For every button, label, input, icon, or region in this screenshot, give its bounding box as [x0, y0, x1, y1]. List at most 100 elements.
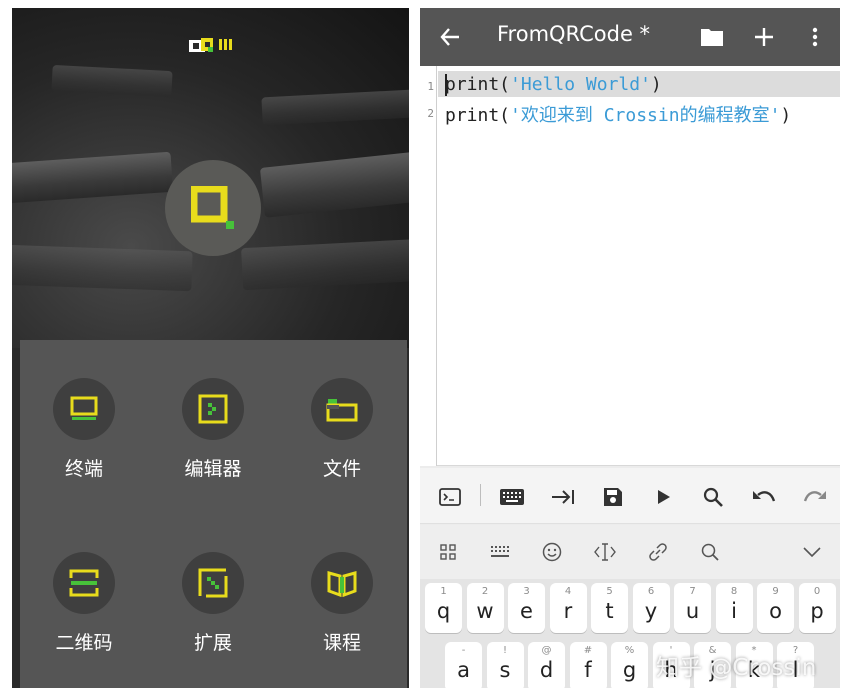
kb-emoji-button[interactable] [537, 537, 567, 567]
tile-label: 终端 [64, 458, 103, 480]
monitor-icon [70, 396, 98, 420]
code-text: ) [650, 74, 662, 95]
hero-banner [12, 8, 409, 348]
link-icon [649, 543, 667, 561]
key-u[interactable]: 7u [674, 583, 711, 633]
run-button[interactable] [649, 482, 679, 512]
key-s[interactable]: ! s [486, 642, 524, 688]
redo-button[interactable] [800, 482, 830, 512]
arrow-left-icon [440, 28, 459, 46]
key-i[interactable]: 8i [715, 583, 753, 633]
tile-label: 扩展 [193, 632, 232, 654]
key-label: s [499, 658, 511, 682]
line-number: 1 [427, 80, 434, 93]
qpython-home-screen: 终端 编辑器 文件 二维码 扩展 课程 [12, 8, 409, 688]
kb-cursor-button[interactable] [590, 537, 620, 567]
keyboard-toolbar [420, 525, 840, 579]
tile-files[interactable]: 文件 [282, 378, 402, 481]
book-icon [327, 571, 357, 597]
chevron-down-icon [803, 547, 821, 557]
text-cursor-icon [594, 543, 616, 561]
tile-terminal[interactable]: 终端 [24, 378, 144, 481]
key-secondary-label: 9 [772, 586, 779, 597]
folder-icon [701, 29, 723, 46]
code-text: print( [445, 105, 511, 126]
tile-editor[interactable]: 编辑器 [153, 378, 273, 481]
keyboard-icon [500, 489, 524, 505]
tile-extension[interactable]: 扩展 [153, 552, 273, 655]
editor-icon [198, 394, 228, 424]
open-folder-button[interactable] [697, 22, 727, 52]
kb-collapse-button[interactable] [797, 537, 827, 567]
terminal-button[interactable] [435, 482, 465, 512]
kb-link-button[interactable] [643, 537, 673, 567]
key-y[interactable]: 6y [632, 583, 670, 633]
tile-course[interactable]: 课程 [282, 552, 402, 655]
code-text: print( [445, 74, 511, 95]
key-label: g [622, 658, 637, 682]
key-label: r [563, 599, 573, 623]
keyboard-icon [491, 546, 509, 557]
redo-icon [803, 491, 826, 502]
key-t[interactable]: 5t [591, 583, 628, 633]
key-secondary-label: - [461, 645, 466, 656]
qpython-editor-screen: FromQRCode * 1 2 print('Hello World') pr… [420, 8, 840, 688]
toolbar-divider [480, 484, 481, 506]
back-button[interactable] [435, 22, 465, 52]
overflow-menu-button[interactable] [800, 22, 830, 52]
key-f[interactable]: # f [569, 642, 607, 688]
run-icon [658, 490, 670, 504]
qpython-square-icon [191, 186, 234, 229]
terminal-icon [439, 488, 461, 506]
key-o[interactable]: 9o [757, 583, 794, 633]
undo-icon [753, 491, 776, 502]
key-label: a [457, 658, 470, 682]
key-label: d [539, 658, 554, 682]
kb-search-button[interactable] [695, 537, 725, 567]
key-secondary-label: 2 [481, 586, 489, 597]
code-editor[interactable]: 1 2 print('Hello World') print('欢迎来到 Cro… [420, 66, 840, 466]
kb-keyboard-button[interactable] [485, 537, 515, 567]
key-d[interactable]: @ d [528, 642, 565, 688]
key-a[interactable]: -a [445, 642, 482, 688]
line-number: 2 [427, 107, 434, 120]
key-q[interactable]: 1q [425, 583, 462, 633]
kb-layout-button[interactable] [433, 537, 463, 567]
feature-grid: 终端 编辑器 文件 二维码 扩展 课程 [20, 340, 407, 688]
key-secondary-label: 7 [689, 586, 696, 597]
tile-qrcode[interactable]: 二维码 [24, 552, 144, 655]
qpython-main-button[interactable] [165, 160, 261, 256]
key-w[interactable]: 2w [466, 583, 504, 633]
tab-button[interactable] [548, 482, 578, 512]
code-line[interactable]: print('Hello World') [445, 74, 662, 95]
search-button[interactable] [698, 482, 728, 512]
app-bar: FromQRCode * [420, 8, 840, 66]
zhihu-watermark: 知乎 @Crossin [656, 655, 817, 681]
new-file-button[interactable] [749, 22, 779, 52]
editor-toolbar [420, 468, 840, 524]
key-label: f [584, 658, 592, 682]
key-secondary-label: ! [502, 645, 507, 656]
emoji-icon [542, 542, 562, 562]
key-secondary-label: 1 [440, 586, 447, 597]
undo-button[interactable] [749, 482, 779, 512]
code-text: ) [780, 105, 792, 126]
keyboard-button[interactable] [497, 482, 527, 512]
string-literal: 'Hello World' [510, 74, 651, 95]
key-g[interactable]: % g [611, 642, 648, 688]
key-e[interactable]: 3e [508, 583, 545, 633]
key-p[interactable]: 0p [798, 583, 836, 633]
plus-icon [755, 28, 773, 46]
key-secondary-label: 6 [647, 586, 655, 597]
key-secondary-label: 3 [523, 586, 530, 597]
key-label: p [810, 599, 824, 623]
key-r[interactable]: 4r [549, 583, 587, 633]
code-line[interactable]: print('欢迎来到 Crossin的编程教室') [445, 101, 791, 127]
key-label: u [685, 599, 700, 623]
save-button[interactable] [598, 482, 628, 512]
key-label: e [520, 599, 533, 623]
key-label: w [476, 599, 494, 623]
key-label: o [769, 599, 782, 623]
key-secondary-label: 4 [564, 586, 572, 597]
extension-icon [198, 568, 228, 598]
